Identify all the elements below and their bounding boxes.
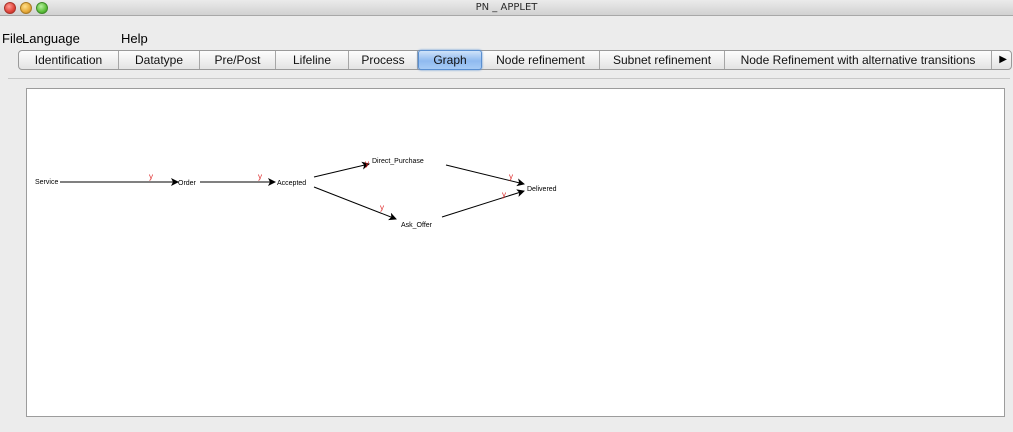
graph-canvas: y y y y y y Service Order Accepted Direc… (26, 88, 1005, 417)
tab-graph[interactable]: Graph (418, 50, 482, 70)
tab-identification[interactable]: Identification (19, 51, 119, 69)
tab-bar: Identification Datatype Pre/Post Lifelin… (18, 50, 1012, 70)
node-accepted: Accepted (277, 180, 306, 187)
window-title: PN _ APPLET (475, 2, 538, 13)
node-delivered: Delivered (527, 186, 557, 193)
arc-label-ask-offer-delivered: y (502, 190, 506, 199)
tab-process[interactable]: Process (349, 51, 418, 69)
node-ask-offer: Ask_Offer (401, 222, 433, 229)
tab-node-refinement[interactable]: Node refinement (482, 51, 600, 69)
arc-label-accepted-direct-purchase: y (365, 159, 369, 168)
tab-datatype[interactable]: Datatype (119, 51, 200, 69)
menu-bar: File Language Help (0, 16, 1013, 46)
title-bar: PN _ APPLET (0, 0, 1013, 16)
arc-accepted-direct-purchase (313, 161, 370, 178)
arc-label-order-accepted: y (258, 172, 262, 181)
menu-file[interactable]: File (2, 32, 23, 46)
triangle-right-icon[interactable]: ▶ (999, 51, 1007, 69)
menu-help[interactable]: Help (121, 32, 148, 46)
arc-label-accepted-ask-offer: y (380, 203, 384, 212)
graph-svg: y y y y y y Service Order Accepted Direc… (35, 158, 557, 229)
node-direct-purchase: Direct_Purchase (372, 158, 424, 165)
tab-node-refinement-alternative[interactable]: Node Refinement with alternative transit… (725, 51, 992, 69)
node-order: Order (178, 180, 197, 187)
tab-subnet-refinement[interactable]: Subnet refinement (600, 51, 725, 69)
menu-language[interactable]: Language (22, 32, 80, 46)
tab-lifeline[interactable]: Lifeline (276, 51, 349, 69)
node-service: Service (35, 179, 58, 186)
arc-ask-offer-delivered (441, 189, 525, 218)
arc-label-direct-purchase-delivered: y (509, 172, 513, 181)
arc-label-service-order: y (149, 172, 153, 181)
tab-pre-post[interactable]: Pre/Post (200, 51, 276, 69)
